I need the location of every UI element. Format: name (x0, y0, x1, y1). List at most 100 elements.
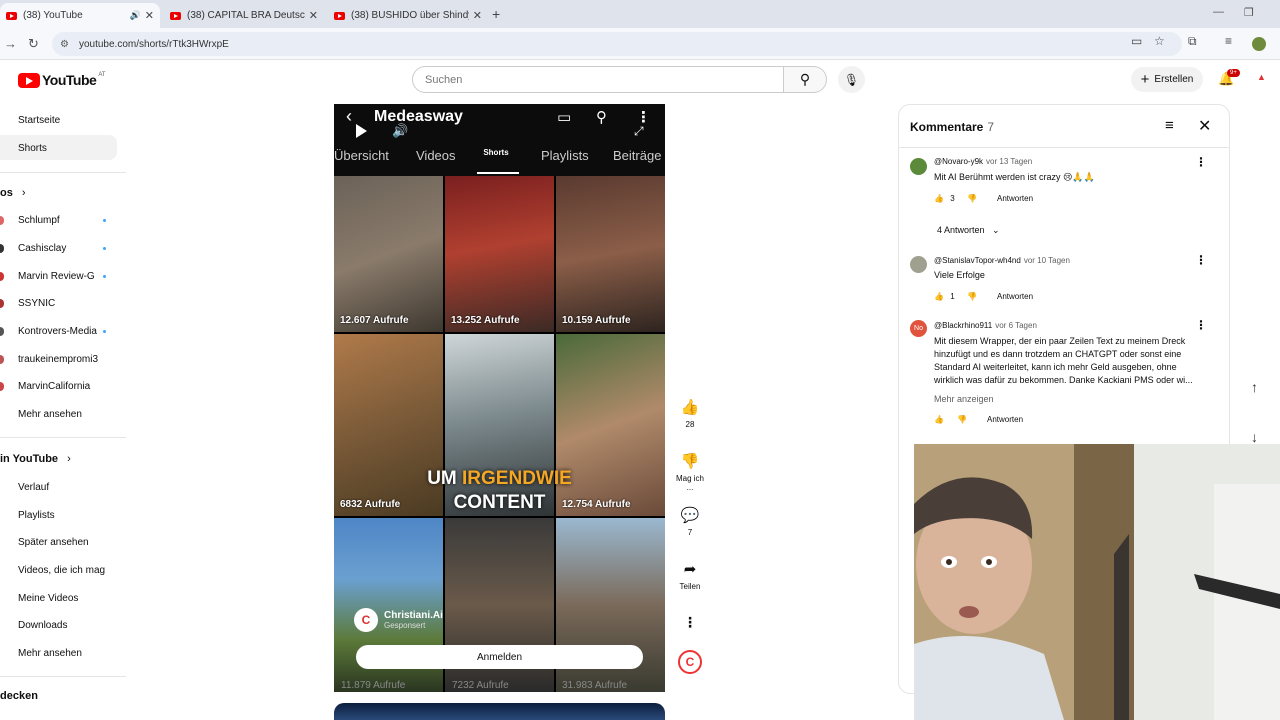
sidebar-item-channel[interactable]: traukeinempromi3 (18, 354, 98, 365)
comment-dislike-icon[interactable]: 👎 (957, 415, 967, 424)
comment-author[interactable]: @Blackrhino911 vor 6 Tagen (934, 321, 1037, 330)
sidebar-item-my-videos[interactable]: Meine Videos (18, 593, 78, 604)
bookmark-star-icon[interactable]: ☆ (1154, 34, 1165, 48)
comment-like-button[interactable]: 👍 1 (934, 292, 955, 301)
sort-icon[interactable]: ≡ (1165, 117, 1174, 134)
voice-search-button[interactable]: 🎙 (838, 66, 865, 93)
sidebar-item-channel[interactable]: Kontrovers-Media (18, 326, 97, 337)
shorts-player[interactable]: ‹ Medeasway ▭ ⚲ ⋮ 🔊 ⤢ Übersicht Videos S… (334, 104, 665, 692)
back-arrow-icon[interactable]: ‹ (346, 106, 352, 127)
comment-like-button[interactable]: 👍 3 (934, 194, 955, 203)
channel-avatar (0, 327, 4, 336)
sidebar-item-liked-videos[interactable]: Videos, die ich mag (18, 565, 105, 576)
sponsored-ad-banner[interactable]: C Christiani.Ai Gesponsert (354, 608, 443, 632)
channel-tab-overview[interactable]: Übersicht (334, 148, 389, 163)
sidebar-item-downloads[interactable]: Downloads (18, 620, 67, 631)
play-icon[interactable] (356, 124, 367, 138)
comment-like-icon[interactable]: 👍 (934, 415, 944, 424)
commenter-avatar[interactable] (910, 158, 927, 175)
audio-avatar-icon: C (678, 650, 702, 674)
url-field[interactable]: ⚙ youtube.com/shorts/rTtk3HWrxpE (52, 32, 1182, 56)
create-button[interactable]: + Erstellen (1131, 67, 1203, 92)
sidebar-item-channel[interactable]: SSYNIC (18, 298, 55, 309)
short-thumbnail[interactable]: 10.159 Aufrufe (556, 176, 665, 332)
sidebar-item-history[interactable]: Verlauf (18, 482, 49, 493)
close-tab-icon[interactable]: ✕ (145, 9, 154, 22)
comment-reply-button[interactable]: Antworten (997, 194, 1033, 203)
youtube-logo[interactable]: YouTube AT (18, 72, 106, 88)
sidebar-item-playlists[interactable]: Playlists (18, 510, 55, 521)
comment-author[interactable]: @StanislavTopor-wh4nd vor 10 Tagen (934, 256, 1070, 265)
close-tab-icon[interactable]: ✕ (473, 9, 482, 22)
sidebar-subscriptions-header[interactable]: os › (0, 187, 26, 199)
media-control-icon[interactable]: ≡ (1225, 34, 1232, 48)
channel-tab-playlists[interactable]: Playlists (541, 148, 589, 163)
next-short-arrow-icon[interactable]: ↓ (1251, 429, 1258, 445)
new-tab-button[interactable]: + (492, 6, 500, 22)
restore-icon[interactable]: ❐ (1244, 6, 1254, 19)
sidebar-item-show-more[interactable]: Mehr ansehen (18, 648, 82, 659)
browser-profile-avatar[interactable] (1252, 37, 1266, 51)
comment-icon: 💬 (680, 507, 700, 524)
channel-tab-videos[interactable]: Videos (416, 148, 456, 163)
comments-button[interactable]: 💬 7 (673, 506, 707, 537)
youtube-favicon-icon (334, 11, 345, 20)
extensions-icon[interactable]: ⧉ (1188, 34, 1197, 49)
show-replies-button[interactable]: 4 Antworten ⌄ (937, 225, 1000, 236)
search-button[interactable]: ⚲ (783, 66, 827, 93)
browser-tab-bar: (38) YouTube 🔊 ✕ (38) CAPITAL BRA Deutsc… (0, 0, 1280, 28)
forward-icon[interactable]: → (4, 36, 17, 51)
sidebar-item-shorts[interactable]: Shorts (18, 143, 47, 154)
share-button[interactable]: ➦ Teilen (673, 560, 707, 591)
comment-author[interactable]: @Novaro-y9k vor 13 Tagen (934, 157, 1032, 166)
minimize-icon[interactable]: — (1213, 6, 1224, 18)
speaker-icon[interactable]: 🔊 (130, 10, 141, 21)
comment-reply-button[interactable]: Antworten (997, 292, 1033, 301)
channel-tab-posts[interactable]: Beiträge (613, 148, 661, 163)
channel-tab-shorts[interactable]: Shorts (479, 148, 513, 157)
sidebar-you-header[interactable]: in YouTube › (0, 453, 71, 465)
comment-text: Mit AI Berühmt werden ist crazy 😢🙏🙏 (934, 172, 1095, 182)
cast-icon[interactable]: ▭ (1131, 34, 1142, 48)
sidebar-item-channel[interactable]: MarvinCalifornia (18, 381, 90, 392)
short-thumbnail[interactable]: 12.607 Aufrufe (334, 176, 443, 332)
sidebar-item-channel[interactable]: Cashisclay (18, 243, 66, 254)
commenter-avatar[interactable] (910, 256, 927, 273)
comment-menu-icon[interactable]: ⋮ (1195, 253, 1207, 267)
comment-dislike-icon[interactable]: 👎 (967, 194, 977, 203)
commenter-avatar[interactable]: No (910, 320, 927, 337)
comment-menu-icon[interactable]: ⋮ (1195, 155, 1207, 169)
sidebar-item-watch-later[interactable]: Später ansehen (18, 537, 89, 548)
show-more-link[interactable]: Mehr anzeigen (934, 394, 994, 404)
browser-tab[interactable]: (38) YouTube 🔊 ✕ (0, 3, 160, 28)
close-icon[interactable]: ✕ (1198, 116, 1211, 136)
comment-reply-button[interactable]: Antworten (987, 415, 1023, 424)
search-input[interactable]: Suchen (412, 66, 784, 93)
sidebar-item-home[interactable]: Startseite (18, 115, 60, 126)
fullscreen-icon[interactable]: ⤢ (634, 124, 644, 139)
more-options-icon[interactable]: ⋮ (673, 614, 707, 631)
previous-short-arrow-icon[interactable]: ↑ (1251, 379, 1258, 395)
site-info-icon[interactable]: ⚙ (60, 39, 69, 50)
microphone-icon: 🎙 (843, 72, 860, 87)
browser-tab[interactable]: (38) BUSHIDO über Shindy, Fle ✕ (328, 3, 488, 28)
next-short-preview[interactable] (334, 703, 665, 720)
cast-icon[interactable]: ▭ (557, 108, 571, 126)
browser-tab[interactable]: (38) CAPITAL BRA Deutschrap ✕ (164, 3, 324, 28)
comment-menu-icon[interactable]: ⋮ (1195, 318, 1207, 332)
reload-icon[interactable]: ↻ (28, 36, 39, 52)
channel-name: Medeasway (374, 108, 463, 125)
volume-icon[interactable]: 🔊 (392, 123, 408, 139)
short-thumbnail[interactable]: 13.252 Aufrufe (445, 176, 554, 332)
sidebar-item-channel[interactable]: Marvin Review-G (18, 271, 95, 282)
sidebar-item-show-more[interactable]: Mehr ansehen (18, 409, 82, 420)
sidebar-item-channel[interactable]: Schlumpf (18, 215, 60, 226)
search-icon[interactable]: ⚲ (596, 108, 607, 126)
account-avatar[interactable]: ▲ (1257, 72, 1266, 82)
close-tab-icon[interactable]: ✕ (309, 9, 318, 22)
dislike-button[interactable]: 👎 Mag ich ... (673, 452, 707, 492)
comment-dislike-icon[interactable]: 👎 (967, 292, 977, 301)
like-button[interactable]: 👍 28 (673, 398, 707, 429)
sound-source-button[interactable]: C (673, 650, 707, 674)
ad-signup-button[interactable]: Anmelden (356, 645, 643, 669)
